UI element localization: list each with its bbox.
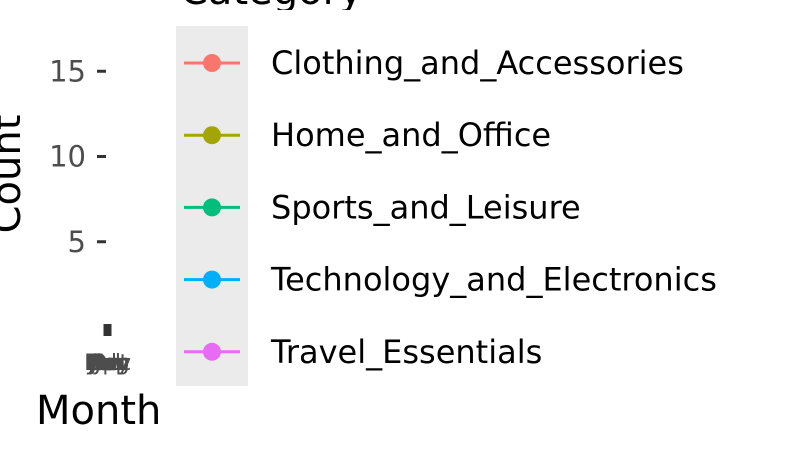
x-tick-label: Dec xyxy=(89,351,132,376)
y-tick-label: 10 xyxy=(49,140,86,174)
legend-label: Travel_Essentials xyxy=(270,333,542,371)
legend-key-point xyxy=(203,198,221,217)
legend-key-point xyxy=(203,342,221,361)
legend: Clothing_and_Accessories Home_and_Office S… xyxy=(184,44,717,371)
legend-key-point xyxy=(203,54,221,72)
legend-label: Home_and_Office xyxy=(271,116,551,154)
legend-label: Clothing_and_Accessories xyxy=(271,44,684,82)
x-axis-title: Month xyxy=(36,388,161,434)
legend-label: Sports_and_Leisure xyxy=(271,188,581,226)
y-tick-label: 5 xyxy=(68,225,86,259)
y-axis: 5 10 15 xyxy=(49,54,106,259)
legend-title: Category xyxy=(180,0,363,14)
chart: Category Count Month 5 10 15 JanFebMarAprM… xyxy=(0,0,717,434)
x-axis: JanFebMarAprMayJunJulAugSepOctNovDec xyxy=(84,324,131,376)
y-tick-label: 15 xyxy=(49,54,86,88)
legend-key-point xyxy=(203,126,221,145)
y-axis-title: Count xyxy=(0,115,30,234)
legend-label: Technology_and_Electronics xyxy=(270,261,717,299)
legend-key-point xyxy=(203,270,221,289)
